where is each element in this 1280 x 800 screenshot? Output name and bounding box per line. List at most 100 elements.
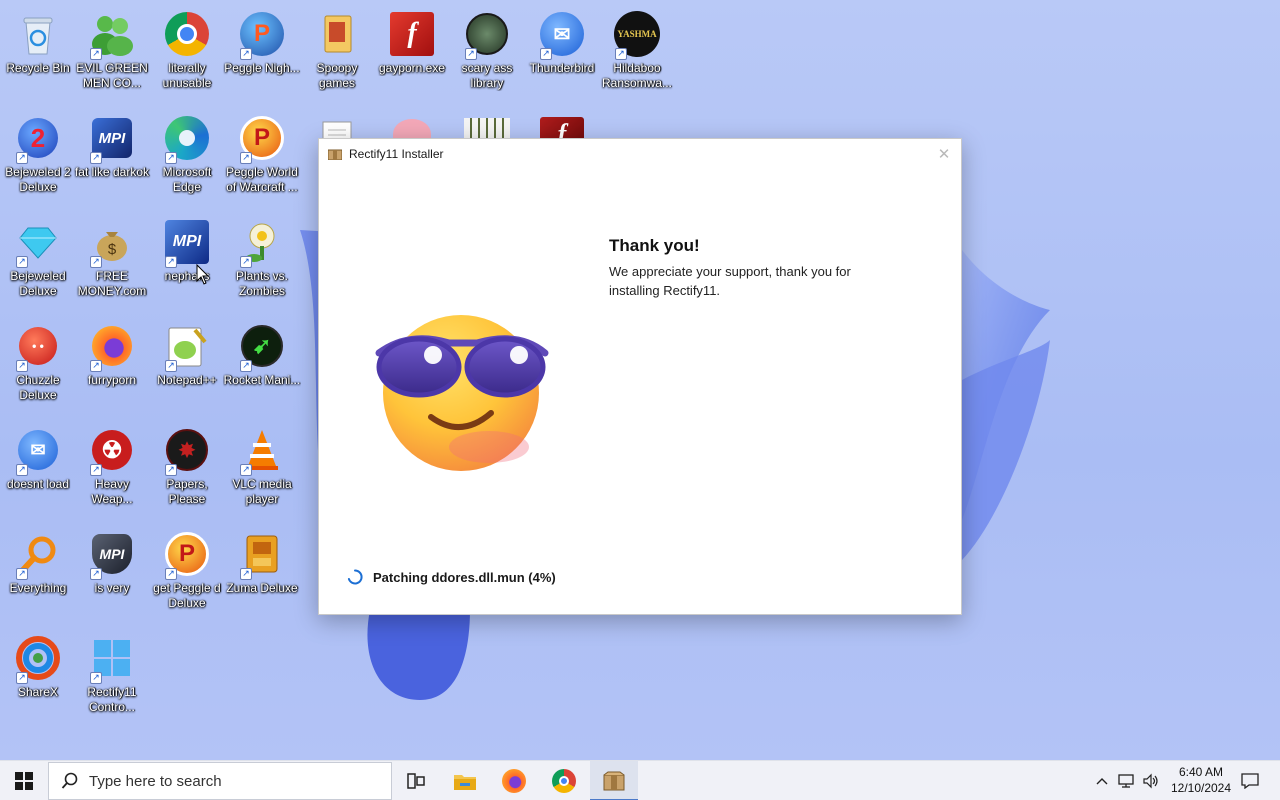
desktop-icon-thunderbird[interactable]: ✉ ↗ Thunderbird	[524, 4, 600, 104]
desktop-icon-label: Rectify11 Contro...	[87, 685, 137, 714]
mpi-icon: MPI ↗	[163, 218, 211, 268]
folder-icon	[313, 10, 361, 58]
notifications-button[interactable]	[1232, 761, 1268, 800]
papers-please-icon: ✸ ↗	[163, 426, 211, 476]
desktop-icon-free-money[interactable]: $ ↗ FREE MONEY.com	[74, 212, 150, 312]
desktop-icon-everything[interactable]: ↗ Everything	[0, 524, 76, 624]
desktop-icon-chuzzle[interactable]: • • ↗ Chuzzle Deluxe	[0, 316, 76, 416]
desktop-icon-furryporn[interactable]: ↗ furryporn	[74, 316, 150, 416]
desktop-icon-label: Hildaboo Ransomwa...	[601, 61, 673, 90]
taskbar-file-explorer[interactable]	[441, 761, 489, 800]
package-icon	[328, 149, 342, 160]
desktop-icon-is-very[interactable]: MPI ↗ is very	[74, 524, 150, 624]
yashma-icon: YASHMA ↗	[613, 10, 661, 60]
library-icon: ↗	[463, 10, 511, 60]
desktop-icon-label: Heavy Weap...	[91, 477, 133, 506]
shortcut-arrow-icon: ↗	[165, 568, 177, 580]
mpi-icon: MPI ↗	[88, 530, 136, 580]
shortcut-arrow-icon: ↗	[240, 152, 252, 164]
desktop-icon-rocket-mania[interactable]: ➹ ↗ Rocket Mani...	[224, 316, 300, 416]
edge-icon: ↗	[163, 114, 211, 164]
shortcut-arrow-icon: ↗	[90, 152, 102, 164]
desktop-icon-label: doesnt load	[6, 477, 70, 491]
shortcut-arrow-icon: ↗	[90, 48, 102, 60]
desktop-icon-zuma-deluxe[interactable]: ↗ Zuma Deluxe	[224, 524, 300, 624]
show-hidden-icons-button[interactable]	[1092, 761, 1112, 800]
desktop-icon-plants-vs-zombies[interactable]: ↗ Plants vs. Zombies	[224, 212, 300, 312]
desktop-icon-nephalis[interactable]: MPI ↗ nephalis	[149, 212, 225, 312]
desktop-icon-peggle-nights[interactable]: P ↗ Peggle Nigh...	[224, 4, 300, 104]
chevron-up-icon	[1096, 778, 1108, 785]
desktop-icon-label: Spoopy games	[316, 61, 358, 90]
desktop-icon-label: literally unusable	[162, 61, 212, 90]
notepadpp-icon: ↗	[163, 322, 211, 372]
volume-button[interactable]	[1140, 761, 1162, 800]
search-icon	[61, 772, 78, 789]
desktop-icon-gayporn-exe[interactable]: f gayporn.exe	[374, 4, 450, 104]
desktop-icon-heavy-weapon[interactable]: ☢ ↗ Heavy Weap...	[74, 420, 150, 520]
network-button[interactable]	[1116, 761, 1138, 800]
firefox-icon	[502, 769, 526, 793]
installer-titlebar[interactable]: Rectify11 Installer	[319, 139, 961, 169]
close-button[interactable]: ✕	[933, 143, 955, 165]
desktop-icon-label: nephalis	[164, 269, 210, 283]
loading-spinner-icon	[347, 569, 363, 585]
desktop-icon-notepad-plus-plus[interactable]: ↗ Notepad++	[149, 316, 225, 416]
desktop-icon-hildaboo-ransomware[interactable]: YASHMA ↗ Hildaboo Ransomwa...	[599, 4, 675, 104]
radiation-icon: ☢ ↗	[88, 426, 136, 476]
task-view-button[interactable]	[392, 761, 440, 800]
desktop-icon-spoopy-games[interactable]: Spoopy games	[299, 4, 375, 104]
taskbar-chrome[interactable]	[540, 761, 588, 800]
rocket-icon: ➹ ↗	[238, 322, 286, 372]
desktop-icon-papers-please[interactable]: ✸ ↗ Papers, Please	[149, 420, 225, 520]
taskbar-rectify11-installer[interactable]	[590, 761, 638, 800]
taskbar-clock[interactable]: 6:40 AM 12/10/2024	[1166, 764, 1236, 796]
rectify11-icon: ↗	[88, 634, 136, 684]
desktop-icon-label: Everything	[9, 581, 67, 595]
desktop-icon-sharex[interactable]: ↗ ShareX	[0, 628, 76, 728]
desktop-icon-vlc[interactable]: ↗ VLC media player	[224, 420, 300, 520]
desktop-icon-label: Notepad++	[157, 373, 217, 387]
desktop-icon-label: Chuzzle Deluxe	[16, 373, 60, 402]
desktop-icon-peggle-wow[interactable]: P ↗ Peggle World of Warcraft ...	[224, 108, 300, 208]
taskbar-search-box[interactable]: Type here to search	[48, 762, 392, 800]
shortcut-arrow-icon: ↗	[90, 256, 102, 268]
desktop-icon-bejeweled-deluxe[interactable]: ↗ Bejeweled Deluxe	[0, 212, 76, 312]
diamond-icon: ↗	[14, 218, 62, 268]
chrome-icon	[552, 769, 576, 793]
desktop-icon-label: Bejeweled Deluxe	[10, 269, 66, 298]
desktop-icon-literally-unusable[interactable]: literally unusable	[149, 4, 225, 104]
desktop-icon-label: is very	[94, 581, 130, 595]
desktop-icon-bejeweled-2[interactable]: 2 ↗ Bejeweled 2 Deluxe	[0, 108, 76, 208]
desktop-icon-label: Peggle World of Warcraft ...	[226, 165, 298, 194]
zuma-icon: ↗	[238, 530, 286, 580]
desktop-icon-scary-ass-library[interactable]: ↗ scary ass library	[449, 4, 525, 104]
bejeweled2-icon: 2 ↗	[14, 114, 62, 164]
desktop-icon-label: scary ass library	[461, 61, 513, 90]
desktop-icon-recycle-bin[interactable]: Recycle Bin	[0, 4, 76, 104]
shortcut-arrow-icon: ↗	[16, 360, 28, 372]
install-status: Patching ddores.dll.mun (4%)	[347, 569, 556, 585]
desktop-icon-microsoft-edge[interactable]: ↗ Microsoft Edge	[149, 108, 225, 208]
shortcut-arrow-icon: ↗	[240, 568, 252, 580]
taskbar: Type here to search 6:40 AM 12/10/2024	[0, 760, 1280, 800]
shortcut-arrow-icon: ↗	[90, 464, 102, 476]
desktop-icon-get-peggle-deluxe[interactable]: P ↗ get Peggle d Deluxe	[149, 524, 225, 624]
shortcut-arrow-icon: ↗	[165, 360, 177, 372]
shortcut-arrow-icon: ↗	[540, 48, 552, 60]
desktop-icon-label: Recycle Bin	[6, 61, 70, 75]
thunderbird-icon: ✉ ↗	[538, 10, 586, 60]
shortcut-arrow-icon: ↗	[240, 464, 252, 476]
desktop-icon-rectify11-control[interactable]: ↗ Rectify11 Contro...	[74, 628, 150, 728]
desktop-icon-evil-green-men[interactable]: ↗ EVIL GREEN MEN CO...	[74, 4, 150, 104]
taskbar-firefox[interactable]	[490, 761, 538, 800]
peggle-icon: P ↗	[238, 10, 286, 60]
shortcut-arrow-icon: ↗	[240, 360, 252, 372]
desktop-icon-label: VLC media player	[232, 477, 292, 506]
desktop-icon-fat-like-darkok[interactable]: MPI ↗ fat like darkok	[74, 108, 150, 208]
network-icon	[1118, 774, 1134, 788]
desktop-icon-doesnt-load[interactable]: ✉ ↗ doesnt load	[0, 420, 76, 520]
desktop-icon-label: get Peggle d Deluxe	[153, 581, 221, 610]
start-button[interactable]	[0, 761, 48, 800]
desktop-icon-label: Zuma Deluxe	[226, 581, 298, 595]
